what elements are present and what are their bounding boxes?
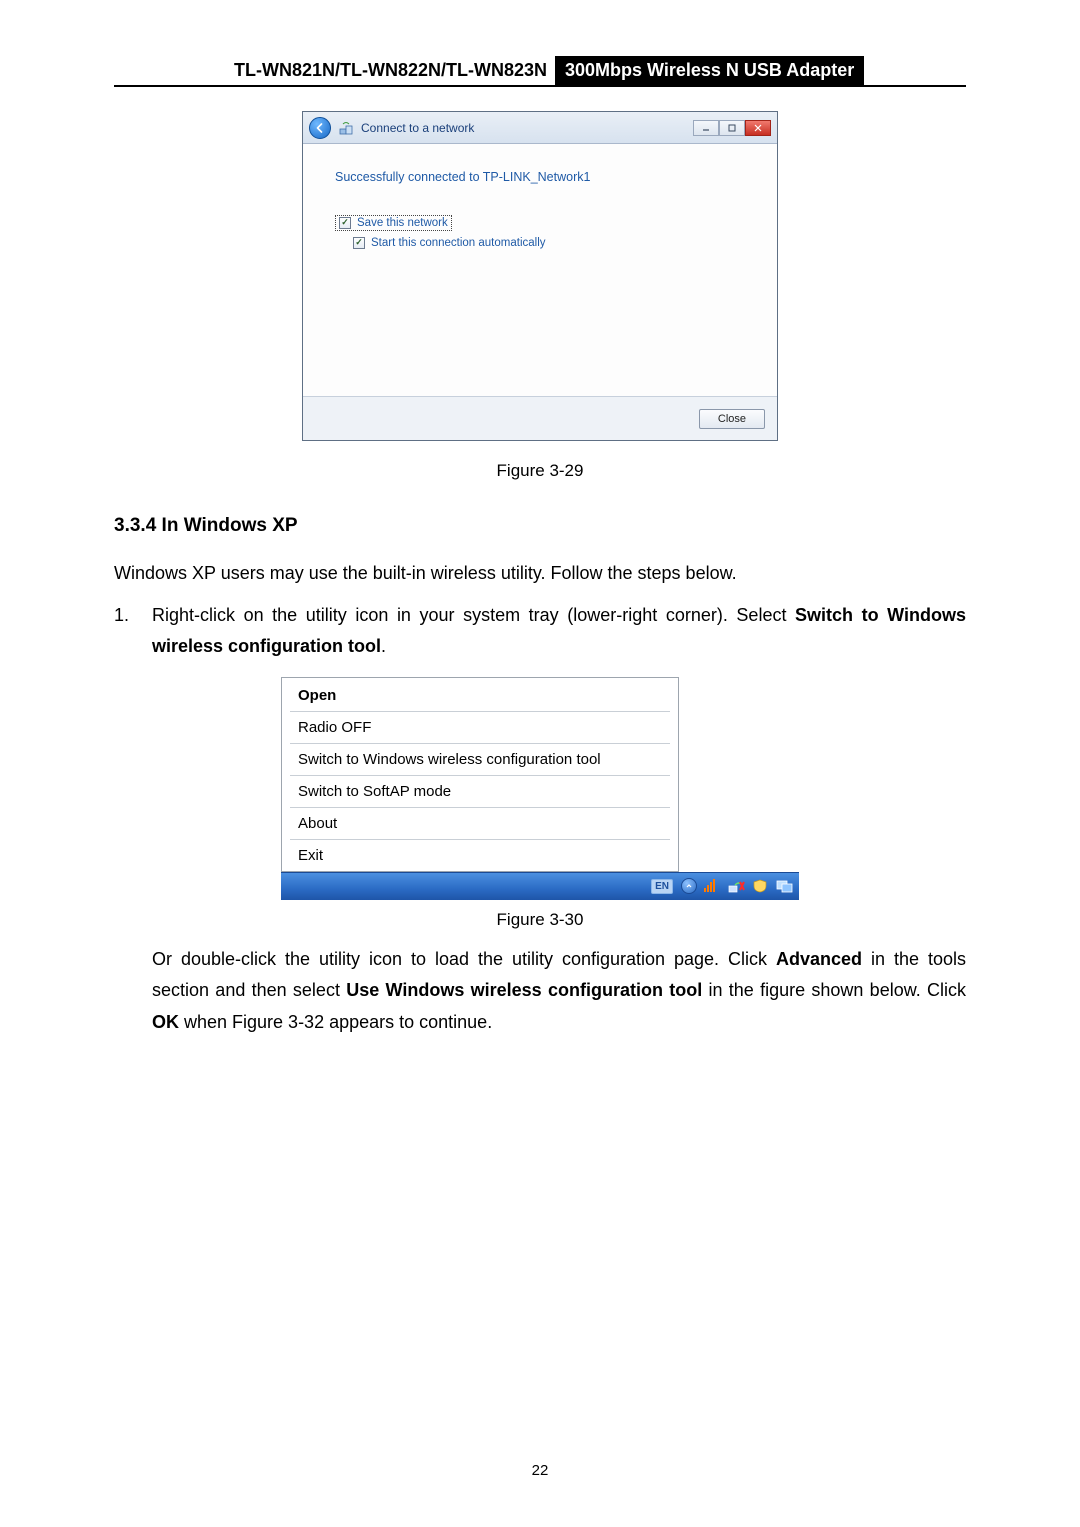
save-network-checkbox[interactable]: ✓ bbox=[339, 217, 351, 229]
menu-separator bbox=[290, 743, 670, 744]
para2-t1: Or double-click the utility icon to load… bbox=[152, 949, 776, 969]
minimize-button[interactable] bbox=[693, 120, 719, 136]
menu-about[interactable]: About bbox=[284, 810, 676, 837]
step-1: 1. Right-click on the utility icon in yo… bbox=[114, 600, 966, 673]
step-1-number: 1. bbox=[114, 600, 152, 673]
success-message: Successfully connected to TP-LINK_Networ… bbox=[335, 170, 745, 184]
document-header: TL-WN821N/TL-WN822N/TL-WN823N 300Mbps Wi… bbox=[114, 56, 966, 87]
menu-separator bbox=[290, 839, 670, 840]
tray-monitor-icon[interactable] bbox=[775, 878, 793, 894]
network-icon bbox=[339, 121, 353, 135]
dialog-body: Successfully connected to TP-LINK_Networ… bbox=[303, 144, 777, 396]
save-network-row[interactable]: ✓ Save this network bbox=[335, 215, 452, 231]
connect-dialog: Connect to a network Successfully connec… bbox=[302, 111, 778, 441]
maximize-button[interactable] bbox=[719, 120, 745, 136]
para2-b1: Advanced bbox=[776, 949, 862, 969]
para2-t4: when Figure 3-32 appears to continue. bbox=[179, 1012, 492, 1032]
para2-t3: in the figure shown below. Click bbox=[702, 980, 966, 1000]
alt-instructions: Or double-click the utility icon to load… bbox=[152, 944, 966, 1039]
window-chrome-buttons bbox=[693, 120, 771, 136]
figure-3-29-caption: Figure 3-29 bbox=[114, 461, 966, 481]
menu-open[interactable]: Open bbox=[284, 682, 676, 709]
start-auto-checkbox[interactable]: ✓ bbox=[353, 237, 365, 249]
tray-shield-icon[interactable] bbox=[751, 878, 769, 894]
page-number: 22 bbox=[0, 1462, 1080, 1479]
system-tray-right bbox=[679, 872, 799, 900]
back-button[interactable] bbox=[309, 117, 331, 139]
header-model: TL-WN821N/TL-WN822N/TL-WN823N bbox=[234, 56, 555, 85]
tray-lang-indicator[interactable]: EN bbox=[651, 879, 673, 894]
tray-expand-icon[interactable] bbox=[681, 878, 697, 894]
figure-3-30: Open Radio OFF Switch to Windows wireles… bbox=[114, 677, 966, 900]
dialog-titlebar: Connect to a network bbox=[303, 112, 777, 144]
tray-wireless-icon[interactable] bbox=[727, 878, 745, 894]
figure-3-29: Connect to a network Successfully connec… bbox=[114, 111, 966, 441]
figure-3-30-caption: Figure 3-30 bbox=[114, 910, 966, 930]
dialog-footer: Close bbox=[303, 396, 777, 440]
menu-separator bbox=[290, 711, 670, 712]
tray-signal-icon[interactable] bbox=[703, 878, 721, 894]
menu-separator bbox=[290, 775, 670, 776]
intro-text: Windows XP users may use the built-in wi… bbox=[114, 559, 966, 588]
save-network-label: Save this network bbox=[357, 217, 448, 229]
step-1-pre: Right-click on the utility icon in your … bbox=[152, 605, 795, 625]
context-menu: Open Radio OFF Switch to Windows wireles… bbox=[281, 677, 679, 872]
para2-b2: Use Windows wireless configuration tool bbox=[346, 980, 702, 1000]
menu-switch-softap[interactable]: Switch to SoftAP mode bbox=[284, 778, 676, 805]
header-product: 300Mbps Wireless N USB Adapter bbox=[555, 56, 864, 85]
step-1-content: Right-click on the utility icon in your … bbox=[152, 600, 966, 663]
start-auto-label: Start this connection automatically bbox=[371, 237, 546, 249]
start-auto-row[interactable]: ✓ Start this connection automatically bbox=[353, 237, 745, 249]
window-close-button[interactable] bbox=[745, 120, 771, 136]
step-1-post: . bbox=[381, 636, 386, 656]
menu-separator bbox=[290, 807, 670, 808]
menu-exit[interactable]: Exit bbox=[284, 842, 676, 869]
menu-radio-off[interactable]: Radio OFF bbox=[284, 714, 676, 741]
close-button[interactable]: Close bbox=[699, 409, 765, 429]
menu-switch-windows[interactable]: Switch to Windows wireless configuration… bbox=[284, 746, 676, 773]
dialog-title: Connect to a network bbox=[361, 121, 474, 135]
para2-b3: OK bbox=[152, 1012, 179, 1032]
section-heading: 3.3.4 In Windows XP bbox=[114, 515, 966, 537]
system-tray: EN bbox=[281, 872, 679, 900]
